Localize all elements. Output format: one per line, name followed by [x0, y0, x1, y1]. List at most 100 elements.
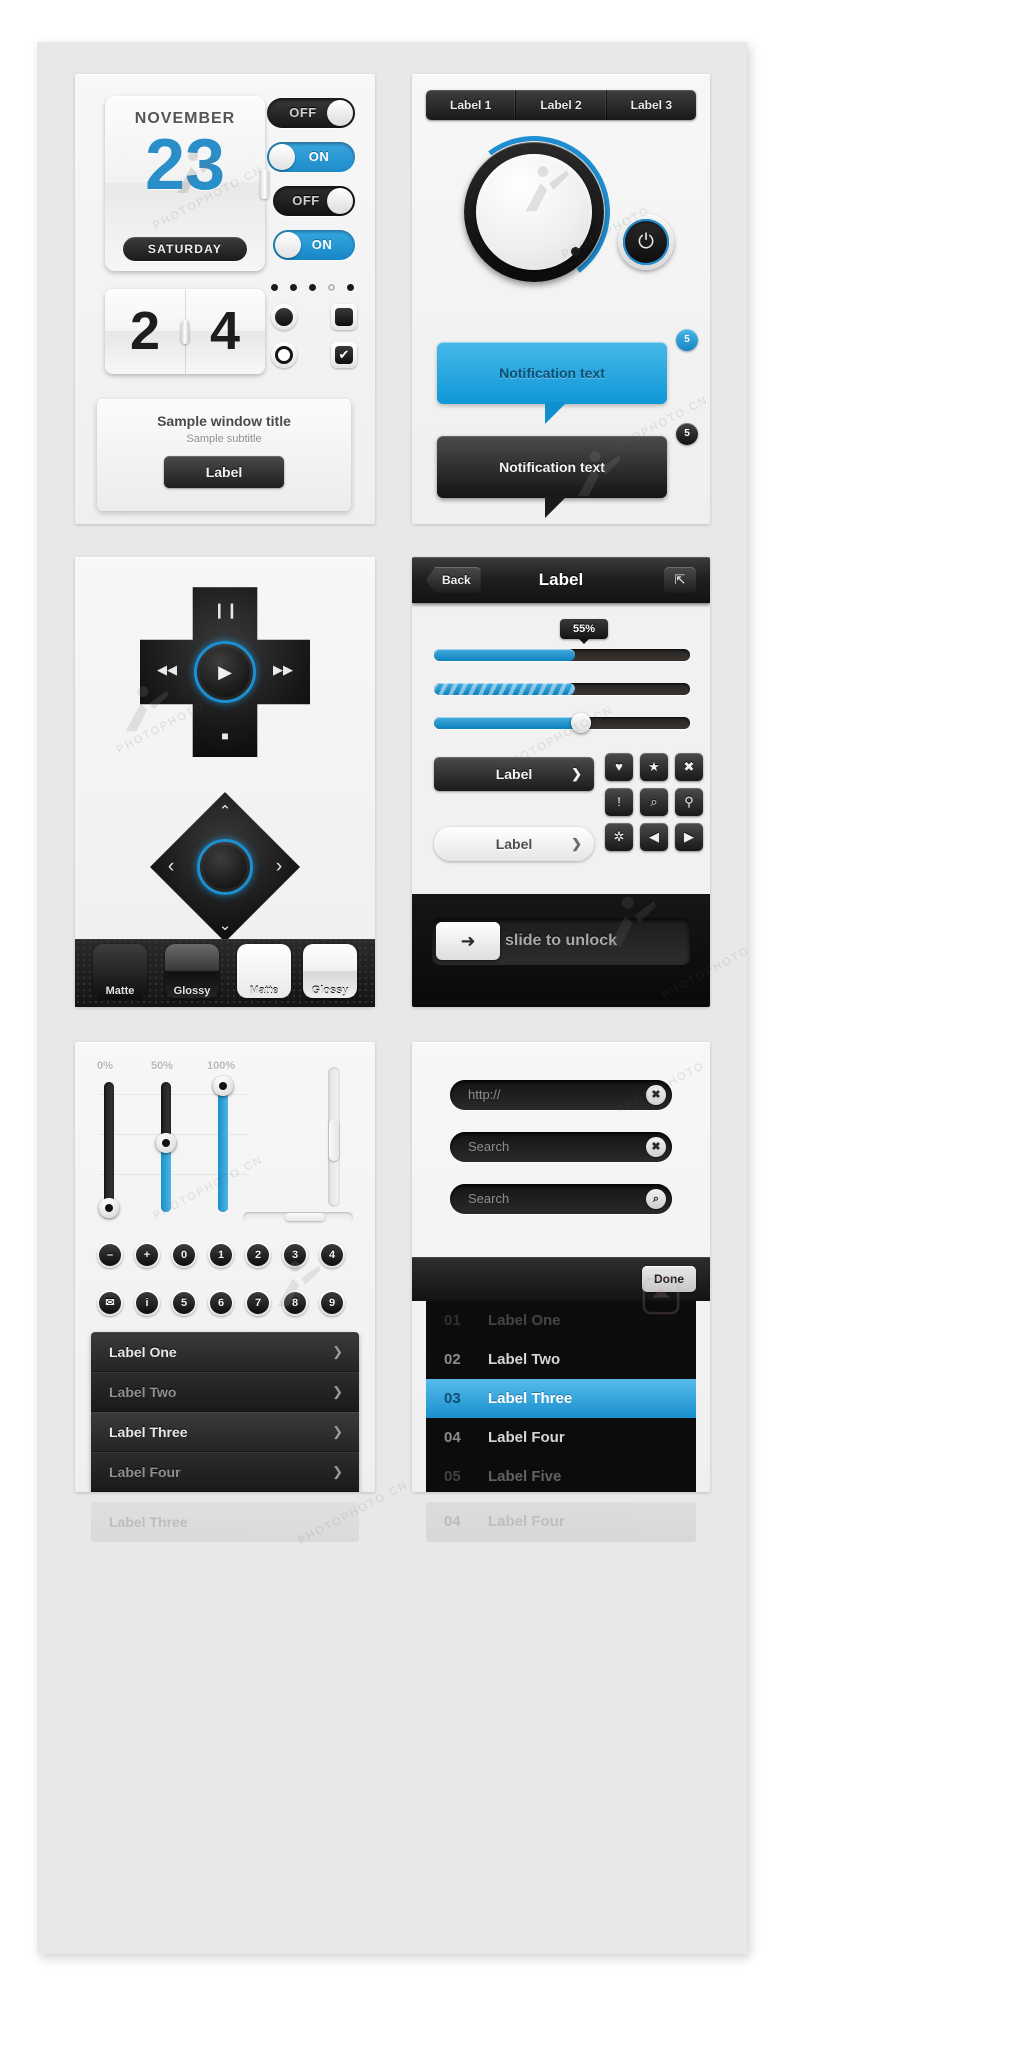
notification-bubble-dark[interactable]: Notification text	[437, 436, 667, 518]
toggle-off-2[interactable]: OFF	[273, 186, 355, 216]
button-number-6[interactable]: 6	[208, 1290, 234, 1316]
vertical-slider-100[interactable]	[213, 1076, 233, 1212]
notification-bubble-blue[interactable]: Notification text	[437, 342, 667, 424]
tab-label-2[interactable]: Label 2	[516, 90, 607, 120]
radio-button-unselected[interactable]	[271, 342, 297, 368]
button-number-9[interactable]: 9	[319, 1290, 345, 1316]
clear-icon[interactable]: ✖	[646, 1085, 666, 1105]
button-number-1[interactable]: 1	[208, 1242, 234, 1268]
toggle-knob[interactable]	[327, 188, 353, 214]
url-field[interactable]: http:// ✖	[450, 1080, 672, 1110]
dpad-stop-button[interactable]: ■	[213, 729, 237, 743]
unlock-handle[interactable]: ➜	[436, 922, 500, 960]
button-plus[interactable]: +	[134, 1242, 160, 1268]
dpad-play-button[interactable]: ▶	[200, 647, 250, 697]
button-number-3[interactable]: 3	[282, 1242, 308, 1268]
row-button-dark[interactable]: Label ❯	[434, 757, 594, 791]
checkbox-filled[interactable]	[331, 304, 357, 330]
scrollbar-knob[interactable]	[285, 1213, 325, 1221]
button-number-2[interactable]: 2	[245, 1242, 271, 1268]
progress-bar-striped[interactable]	[434, 683, 690, 695]
button-info[interactable]: i	[134, 1290, 160, 1316]
search-field-clear[interactable]: Search ✖	[450, 1132, 672, 1162]
page-dots[interactable]	[271, 282, 361, 292]
share-icon-button[interactable]: ⇱	[664, 567, 696, 593]
picker-list[interactable]: 01 Label One 02 Label Two 03 Label Three…	[426, 1301, 696, 1492]
vertical-scrollbar[interactable]	[328, 1067, 340, 1207]
icon-button-close[interactable]: ✖	[675, 753, 703, 781]
search-field-submit[interactable]: Search ⌕	[450, 1184, 672, 1214]
dpad-down-button[interactable]: ⌄	[216, 916, 234, 934]
dpad-right-button[interactable]: ›	[270, 856, 288, 878]
dpad-up-button[interactable]: ⌃	[216, 802, 234, 820]
page-dot-5[interactable]	[347, 284, 354, 291]
clear-icon[interactable]: ✖	[646, 1137, 666, 1157]
button-number-5[interactable]: 5	[171, 1290, 197, 1316]
toggle-on-1[interactable]: ON	[267, 142, 355, 172]
rotary-knob[interactable]	[448, 126, 620, 298]
dpad-left-button[interactable]: ‹	[162, 856, 180, 878]
scrollbar-knob[interactable]	[329, 1119, 339, 1161]
tab-bar[interactable]: Label 1 Label 2 Label 3	[426, 90, 696, 120]
icon-button-gear[interactable]: ✲	[605, 823, 633, 851]
button-mail[interactable]: ✉	[97, 1290, 123, 1316]
dpad-pause-button[interactable]: ❙❙	[213, 601, 238, 619]
toggle-on-2[interactable]: ON	[273, 230, 355, 260]
picker-row[interactable]: 02 Label Two	[426, 1340, 696, 1379]
page-dot-1[interactable]	[271, 284, 278, 291]
done-button[interactable]: Done	[642, 1266, 696, 1292]
dpad-rewind-button[interactable]: ◀◀	[152, 662, 182, 678]
horizontal-scrollbar[interactable]	[243, 1212, 353, 1222]
power-button[interactable]: ⏻	[618, 214, 674, 270]
icon-button-arrow-right[interactable]: ▶	[675, 823, 703, 851]
button-minus[interactable]: –	[97, 1242, 123, 1268]
picker-row[interactable]: 05 Label Five	[426, 1457, 696, 1492]
page-dot-2[interactable]	[290, 284, 297, 291]
list-item[interactable]: Label One ❯	[91, 1332, 359, 1372]
checkbox-inner	[335, 308, 353, 326]
slider-with-thumb[interactable]	[434, 713, 690, 733]
toggle-knob[interactable]	[269, 144, 295, 170]
tab-label-3[interactable]: Label 3	[607, 90, 696, 120]
row-button-light[interactable]: Label ❯	[434, 827, 594, 861]
radio-button-selected[interactable]	[271, 304, 297, 330]
icon-button-location[interactable]: ⚲	[675, 788, 703, 816]
slider-thumb[interactable]	[156, 1133, 176, 1153]
icon-button-star[interactable]: ★	[640, 753, 668, 781]
icon-button-arrow-left[interactable]: ◀	[640, 823, 668, 851]
vertical-slider-50[interactable]	[156, 1082, 176, 1212]
list-item[interactable]: Label Four ❯	[91, 1452, 359, 1492]
bubble-tail-icon	[545, 496, 567, 518]
icon-button-alert[interactable]: !	[605, 788, 633, 816]
window-label-button[interactable]: Label	[164, 456, 284, 488]
icon-button-search[interactable]: ⌕	[640, 788, 668, 816]
button-number-4[interactable]: 4	[319, 1242, 345, 1268]
slider-thumb[interactable]	[99, 1198, 119, 1218]
dpad-nav-center[interactable]	[203, 845, 247, 889]
toggle-knob[interactable]	[275, 232, 301, 258]
list-item[interactable]: Label Two ❯	[91, 1372, 359, 1412]
slider-thumb[interactable]	[571, 713, 591, 733]
slider-thumb[interactable]	[213, 1076, 233, 1096]
dpad-forward-button[interactable]: ▶▶	[268, 662, 298, 678]
list-item[interactable]: Label Three ❯	[91, 1412, 359, 1452]
toggle-knob[interactable]	[327, 100, 353, 126]
tab-label-1[interactable]: Label 1	[426, 90, 517, 120]
progress-bar-plain[interactable]	[434, 649, 690, 661]
toggle-off-1[interactable]: OFF	[267, 98, 355, 128]
button-number-0[interactable]: 0	[171, 1242, 197, 1268]
picker-row-selected[interactable]: 03 Label Three	[426, 1379, 696, 1418]
picker-row[interactable]: 04 Label Four	[426, 1418, 696, 1457]
slide-to-unlock[interactable]: slide to unlock ➜	[432, 918, 690, 964]
vertical-slider-0[interactable]	[99, 1082, 119, 1218]
button-number-7[interactable]: 7	[245, 1290, 271, 1316]
search-icon[interactable]: ⌕	[646, 1189, 666, 1209]
dpad-navigation[interactable]: ⌃ ⌄ ‹ ›	[150, 792, 300, 942]
dpad-media[interactable]: ▶ ❙❙ ■ ◀◀ ▶▶	[140, 587, 310, 757]
page-dot-4[interactable]	[328, 284, 335, 291]
button-number-8[interactable]: 8	[282, 1290, 308, 1316]
checkbox-checked[interactable]: ✔	[331, 342, 357, 368]
page-dot-3[interactable]	[309, 284, 316, 291]
picker-row[interactable]: 01 Label One	[426, 1301, 696, 1340]
icon-button-heart[interactable]: ♥	[605, 753, 633, 781]
